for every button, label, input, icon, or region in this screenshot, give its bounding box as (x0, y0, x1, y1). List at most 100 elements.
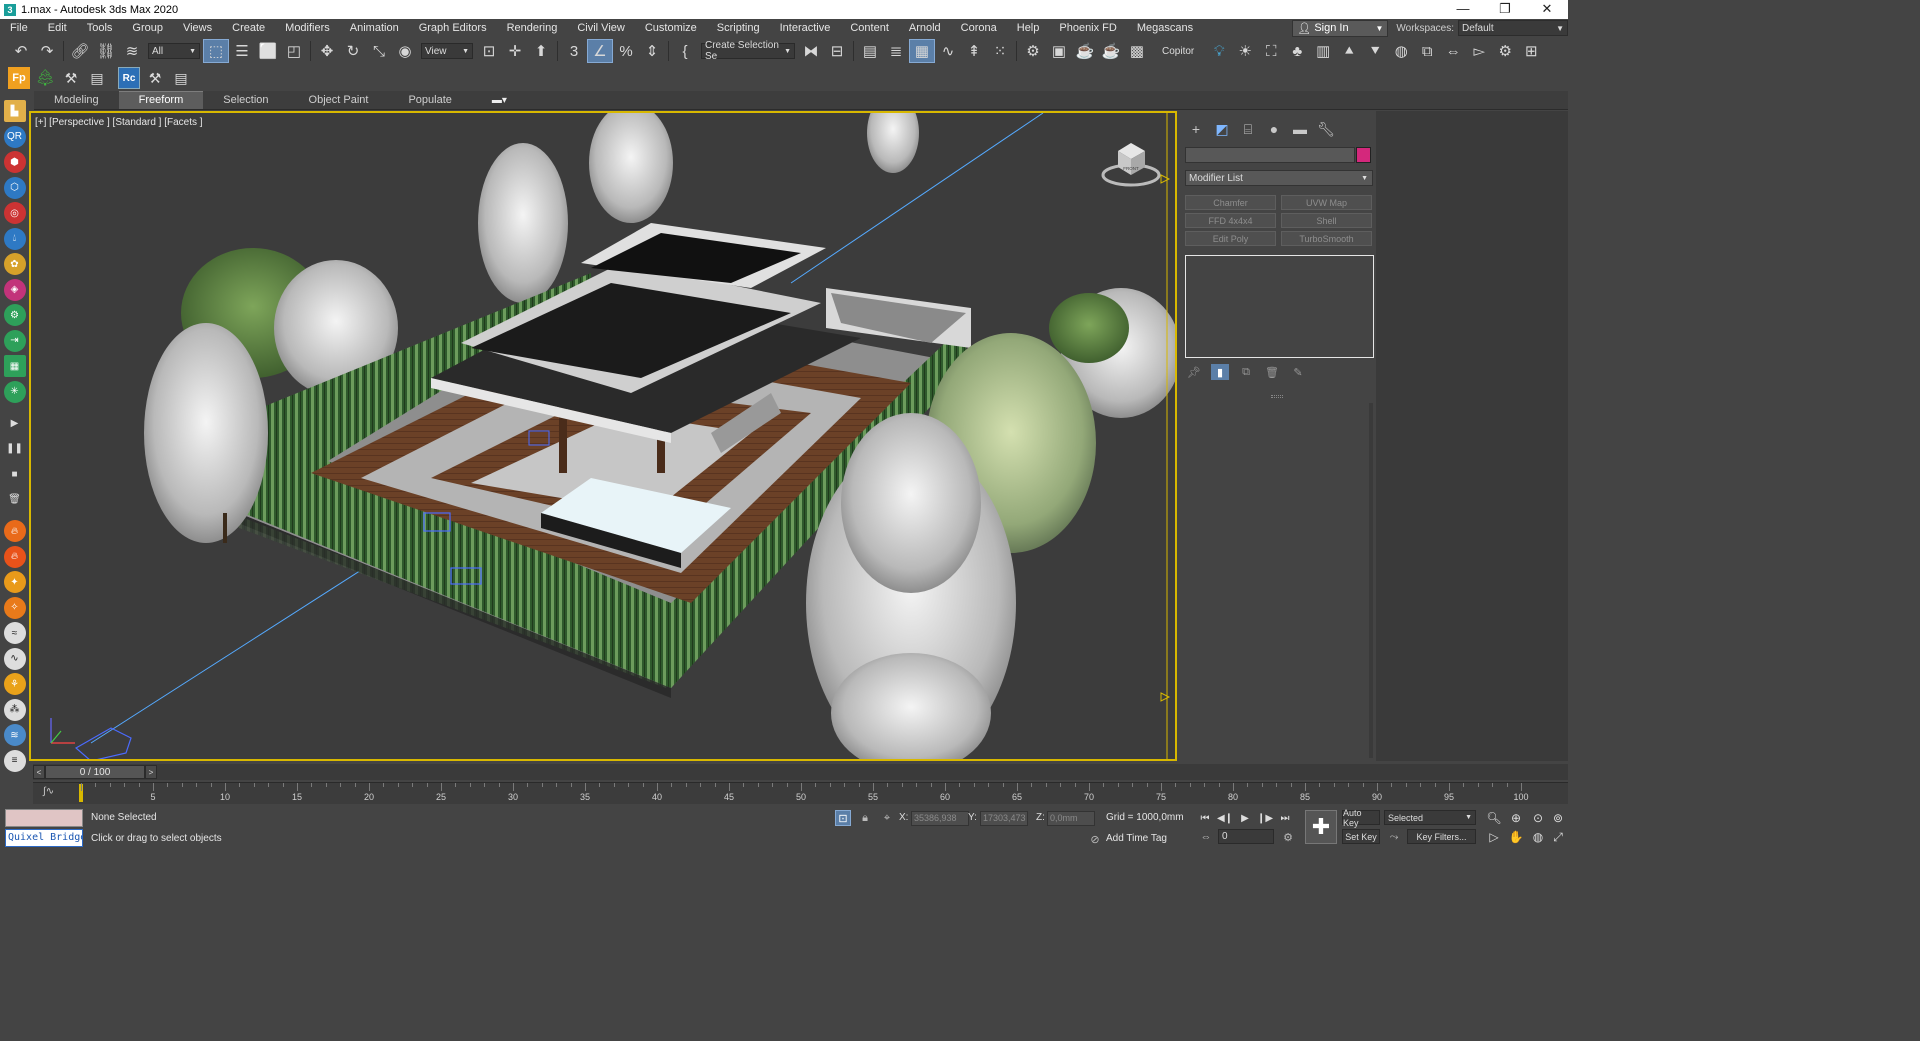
tab-freeform[interactable]: Freeform (118, 91, 204, 109)
tab-modeling[interactable]: Modeling (34, 92, 119, 109)
viewport-label[interactable]: [+] [Perspective ] [Standard ] [Facets ] (35, 117, 203, 128)
menu-tools[interactable]: Tools (77, 19, 123, 37)
forest-pack-icon[interactable]: Fp (8, 67, 30, 89)
rc-list-icon[interactable]: ▤ (170, 67, 192, 89)
remove-modifier-icon[interactable]: 🗑︎ (1263, 364, 1281, 380)
scene-explorer-icon[interactable]: ▤ (857, 39, 883, 63)
menu-megascans[interactable]: Megascans (1127, 19, 1203, 37)
add-time-tag[interactable]: Add Time Tag (1106, 833, 1167, 844)
go-to-end-icon[interactable]: ⏭ (1276, 810, 1294, 826)
scene-render[interactable]: FRONT (31, 113, 1175, 759)
reference-coord-dropdown[interactable]: View ▼ (421, 43, 473, 59)
emitter-icon[interactable]: ⚘ (3, 673, 26, 695)
menu-corona[interactable]: Corona (951, 19, 1007, 37)
interactive-render-icon[interactable]: ▻ (1466, 39, 1492, 63)
menu-create[interactable]: Create (222, 19, 275, 37)
selection-filter-dropdown[interactable]: All ▼ (148, 43, 200, 59)
liquid-icon[interactable]: ≈ (3, 622, 26, 644)
previous-frame-icon[interactable]: ◀❙ (1216, 810, 1234, 826)
menu-group[interactable]: Group (122, 19, 173, 37)
render-in-cloud-icon[interactable]: ▩ (1124, 39, 1150, 63)
shell-button[interactable]: Shell (1281, 213, 1372, 228)
ribbon-toggle-icon[interactable]: ▦ (909, 39, 935, 63)
fire-source-icon[interactable]: 🔥︎ (3, 545, 26, 568)
selection-lock-icon[interactable]: 🔒︎ (857, 810, 873, 826)
set-keys-icon[interactable]: ✚ (1305, 810, 1337, 844)
list-icon[interactable]: ▤ (86, 67, 108, 89)
next-frame-icon[interactable]: ❙▶ (1256, 810, 1274, 826)
chamfer-button[interactable]: Chamfer (1185, 195, 1276, 210)
render-setup-icon[interactable]: ⚙ (1020, 39, 1046, 63)
arrow-right-icon[interactable]: ⇥ (3, 329, 26, 352)
menu-file[interactable]: File (0, 19, 38, 37)
flame-icon[interactable]: ✦ (3, 571, 26, 593)
spark-icon[interactable]: ✳ (3, 380, 26, 403)
absolute-mode-icon[interactable]: ⌖ (879, 810, 895, 826)
menu-civil-view[interactable]: Civil View (567, 19, 634, 37)
converter-icon[interactable]: ⚙ (1492, 39, 1518, 63)
quixel-bridge-field[interactable]: Quixel Bridge (5, 829, 83, 847)
modify-tab-icon[interactable]: ◩ (1209, 118, 1235, 140)
viewcube[interactable]: FRONT (1101, 143, 1161, 187)
gem-icon[interactable]: ◈ (3, 278, 26, 301)
show-end-result-icon[interactable]: ▮ (1211, 364, 1229, 380)
rendered-frame-window-icon[interactable]: ▣ (1046, 39, 1072, 63)
pin-stack-icon[interactable]: 📌︎ (1185, 364, 1203, 380)
modifier-stack[interactable] (1185, 255, 1374, 358)
object-color-swatch[interactable] (1356, 147, 1371, 163)
auto-key-button[interactable]: Auto Key (1342, 808, 1380, 828)
render-production-icon[interactable]: ☕ (1072, 39, 1098, 63)
time-config-icon[interactable]: ⚙ (1280, 829, 1296, 845)
drop-icon[interactable]: 💧︎ (3, 227, 26, 250)
go-to-start-icon[interactable]: ⏮ (1196, 810, 1214, 826)
paint-bucket-icon[interactable]: ▙ (3, 100, 26, 122)
menu-customize[interactable]: Customize (635, 19, 707, 37)
rectangular-selection-icon[interactable]: ⬜ (255, 39, 281, 63)
menu-views[interactable]: Views (173, 19, 222, 37)
panel-grip[interactable] (1271, 395, 1283, 398)
distance-icon[interactable]: ⇔ (1440, 39, 1466, 63)
minimize-button[interactable]: — (1442, 0, 1484, 19)
curve-editor-mini-icon[interactable]: ∫∿ (43, 786, 54, 797)
ffd-button[interactable]: FFD 4x4x4 (1185, 213, 1276, 228)
key-mode-dropdown[interactable]: Selected ▼ (1384, 810, 1476, 825)
panel-scrollbar[interactable] (1369, 403, 1373, 758)
window-crossing-icon[interactable]: ◰ (281, 39, 307, 63)
current-frame-field[interactable]: 0 (1218, 829, 1274, 844)
menu-help[interactable]: Help (1007, 19, 1050, 37)
railclone-icon[interactable]: Rc (118, 67, 140, 89)
tab-selection[interactable]: Selection (203, 92, 288, 109)
menu-arnold[interactable]: Arnold (899, 19, 951, 37)
bind-space-warp-icon[interactable]: ≋ (119, 39, 145, 63)
proxy-icon[interactable]: ▥ (1310, 39, 1336, 63)
link-icon[interactable]: 🔗︎ (67, 39, 93, 63)
time-slider[interactable]: < 0 / 100 > (33, 764, 1568, 780)
menu-animation[interactable]: Animation (340, 19, 409, 37)
trash-icon[interactable]: 🗑︎ (4, 489, 26, 511)
time-next-icon[interactable]: > (145, 765, 157, 779)
light-bulb-icon[interactable]: 💡︎ (1206, 39, 1232, 63)
rotate-icon[interactable]: ↻ (340, 39, 366, 63)
key-mode-toggle-icon[interactable]: ⇔ (1198, 829, 1214, 845)
viewport-perspective[interactable]: FRONT [+] [Perspective ] [Standard ] [Fa… (29, 111, 1177, 761)
ribbon-options-icon[interactable]: ▬▾ (492, 95, 507, 106)
scatter-icon[interactable]: ♣ (1284, 39, 1310, 63)
tab-populate[interactable]: Populate (388, 92, 471, 109)
pivot-center-icon[interactable]: ⊡ (476, 39, 502, 63)
pan-icon[interactable]: ✋ (1508, 829, 1524, 845)
schematic-view-icon[interactable]: ⇞ (961, 39, 987, 63)
snaps-toggle-icon[interactable]: 3 (561, 39, 587, 63)
scale-icon[interactable]: ⤡ (366, 39, 392, 63)
time-prev-icon[interactable]: < (33, 765, 45, 779)
box-icon[interactable]: ⬢ (3, 151, 26, 173)
motion-tab-icon[interactable]: ● (1261, 118, 1287, 140)
fire-icon[interactable]: 🔥︎ (3, 520, 26, 542)
maximize-viewport-icon[interactable]: ⤢ (1550, 829, 1566, 845)
play-icon[interactable]: ▶ (4, 412, 26, 434)
restore-button[interactable]: ❐ (1484, 0, 1526, 19)
undo-icon[interactable]: ↶ (8, 39, 34, 63)
menu-content[interactable]: Content (840, 19, 899, 37)
layer-explorer-icon[interactable]: ≣ (883, 39, 909, 63)
key-filters-button[interactable]: Key Filters... (1407, 829, 1476, 844)
x-coordinate-field[interactable]: 35386,938 (911, 811, 969, 826)
